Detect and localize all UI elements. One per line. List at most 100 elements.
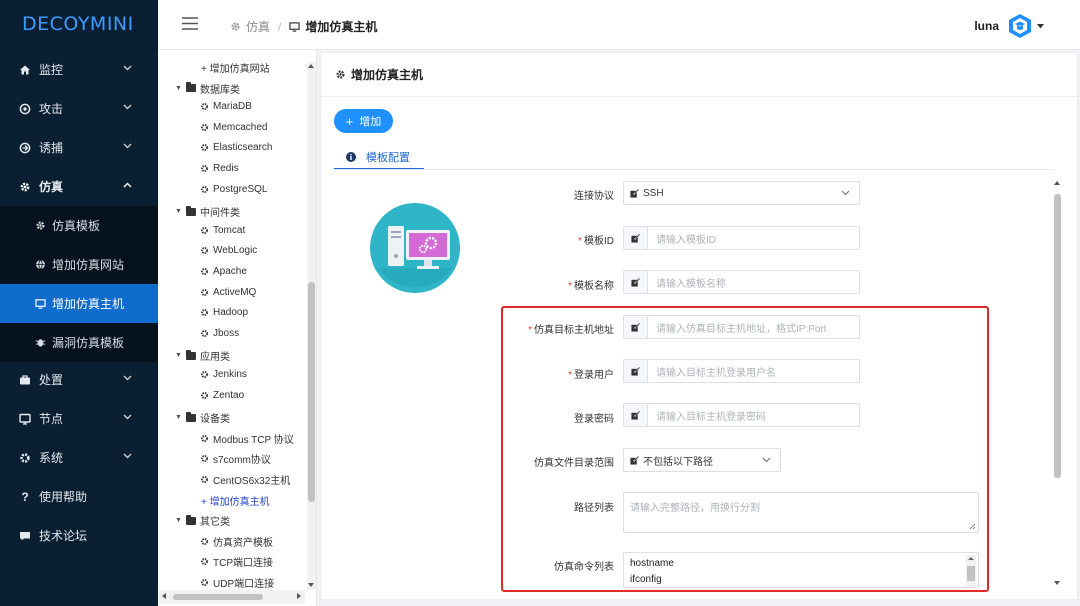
scroll-down-arrow-icon[interactable] bbox=[1054, 581, 1060, 585]
tree-group[interactable]: ▼ 应用类 bbox=[175, 348, 230, 363]
sidebar-subitem-add-site[interactable]: 增加仿真网站 bbox=[0, 245, 158, 284]
tab-template-config[interactable]: 模板配置 bbox=[334, 145, 424, 170]
tree-group[interactable]: ▼ 中间件类 bbox=[175, 204, 240, 219]
sidebar-subitem-sim-template[interactable]: 仿真模板 bbox=[0, 206, 158, 245]
tree-item[interactable]: Elasticsearch bbox=[200, 142, 272, 153]
tree-item[interactable]: Jenkins bbox=[200, 369, 247, 380]
breadcrumb-separator: / bbox=[278, 19, 282, 34]
tree-item-label: Memcached bbox=[213, 121, 268, 133]
user-menu[interactable]: luna bbox=[974, 13, 1044, 39]
sidebar-item-dispose[interactable]: 处置 bbox=[0, 360, 158, 399]
tree-item[interactable]: CentOS6x32主机 bbox=[200, 472, 290, 487]
tree-item[interactable]: Redis bbox=[200, 163, 239, 174]
bug-icon bbox=[34, 337, 46, 349]
caret-down-icon[interactable]: ▼ bbox=[175, 352, 183, 359]
login-user-input[interactable]: 请输入目标主机登录用户名 bbox=[623, 359, 860, 383]
target-addr-input[interactable]: 请输入仿真目标主机地址，格式IP:Port bbox=[623, 315, 860, 339]
tree-item[interactable]: Zentao bbox=[200, 390, 244, 401]
tree-item[interactable]: Tomcat bbox=[200, 225, 245, 236]
cmd-list-textarea[interactable]: hostname ifconfig bbox=[623, 552, 979, 588]
gear-icon bbox=[200, 267, 209, 276]
sidebar-item-node[interactable]: 节点 bbox=[0, 399, 158, 438]
tree-item[interactable]: WebLogic bbox=[200, 245, 257, 256]
tree-item-label: MariaDB bbox=[213, 101, 252, 113]
tree-item[interactable]: Apache bbox=[200, 266, 247, 277]
sidebar-item-attack[interactable]: 攻击 bbox=[0, 89, 158, 128]
scrollbar-thumb[interactable] bbox=[967, 566, 975, 581]
chevron-down-icon bbox=[123, 104, 132, 110]
scrollbar-thumb[interactable] bbox=[173, 594, 263, 600]
caret-down-icon[interactable]: ▼ bbox=[175, 208, 183, 215]
scroll-left-arrow-icon[interactable] bbox=[162, 593, 166, 599]
menu-toggle-icon[interactable] bbox=[182, 17, 198, 30]
tree-item[interactable]: UDP端口连接 bbox=[200, 575, 274, 590]
template-name-input[interactable]: 请输入模板名称 bbox=[623, 270, 860, 294]
app-logo[interactable]: DECOYMINI bbox=[0, 0, 158, 46]
gear-icon bbox=[200, 475, 209, 484]
sidebar-item-monitor[interactable]: 监控 bbox=[0, 50, 158, 89]
chevron-down-icon bbox=[123, 414, 132, 420]
scroll-up-arrow-icon[interactable] bbox=[308, 64, 314, 68]
tree-item[interactable]: Hadoop bbox=[200, 307, 248, 318]
protocol-select[interactable]: SSH bbox=[623, 181, 860, 205]
scroll-down-arrow-icon[interactable] bbox=[308, 583, 314, 587]
edit-icon bbox=[630, 188, 639, 198]
sidebar-item-system[interactable]: 系统 bbox=[0, 438, 158, 477]
add-button[interactable]: + 增加 bbox=[334, 109, 393, 133]
template-id-input[interactable]: 请输入模板ID bbox=[623, 226, 860, 250]
tree-item[interactable]: ActiveMQ bbox=[200, 287, 256, 298]
sidebar-subitem-vuln-template[interactable]: 漏洞仿真模板 bbox=[0, 323, 158, 362]
tree-item[interactable]: PostgreSQL bbox=[200, 184, 267, 195]
tree-item[interactable]: Jboss bbox=[200, 328, 239, 339]
globe-icon bbox=[34, 259, 46, 271]
edit-icon bbox=[624, 316, 648, 338]
path-list-textarea[interactable]: 请输入完整路径，用换行分割 bbox=[623, 492, 979, 533]
chat-icon bbox=[18, 529, 32, 543]
sidebar-subitem-label: 仿真模板 bbox=[52, 219, 101, 233]
host-illustration bbox=[370, 196, 460, 300]
tree-item[interactable]: s7comm协议 bbox=[200, 451, 271, 466]
textarea-scrollbar[interactable] bbox=[966, 555, 976, 586]
caret-down-icon[interactable]: ▼ bbox=[175, 414, 183, 421]
logo-wordmark: DECOYMINI bbox=[22, 13, 134, 33]
sidebar-subitem-add-host[interactable]: 增加仿真主机 bbox=[0, 284, 158, 323]
resize-handle-icon[interactable] bbox=[969, 523, 976, 530]
tree-vertical-scrollbar[interactable] bbox=[307, 62, 316, 590]
cmd-line: ifconfig bbox=[630, 574, 662, 585]
tree-group[interactable]: ▼ 其它类 bbox=[175, 513, 230, 528]
breadcrumb-parent[interactable]: 仿真 bbox=[246, 18, 270, 35]
caret-down-icon[interactable]: ▼ bbox=[175, 517, 183, 524]
tree-item-label: Redis bbox=[213, 163, 239, 174]
scrollbar-thumb[interactable] bbox=[308, 282, 315, 502]
tree-item[interactable]: Modbus TCP 协议 bbox=[200, 431, 294, 446]
tree-item[interactable]: TCP端口连接 bbox=[200, 554, 273, 569]
scroll-right-arrow-icon[interactable] bbox=[297, 593, 301, 599]
sidebar-item-help[interactable]: ? 使用帮助 bbox=[0, 477, 158, 516]
tree-add-host-link[interactable]: + 增加仿真主机 bbox=[201, 493, 270, 508]
tree-item[interactable]: Memcached bbox=[200, 122, 267, 133]
scroll-up-arrow-icon[interactable] bbox=[968, 557, 974, 560]
tree-horizontal-scrollbar[interactable] bbox=[159, 590, 305, 604]
card-title: 增加仿真主机 bbox=[351, 68, 424, 82]
edit-icon bbox=[630, 455, 639, 465]
tree-group-label: 中间件类 bbox=[200, 208, 240, 220]
tree-add-site-link[interactable]: + 增加仿真网站 bbox=[201, 60, 270, 75]
tree-group[interactable]: ▼ 设备类 bbox=[175, 410, 230, 425]
scrollbar-thumb[interactable] bbox=[1054, 194, 1061, 478]
sidebar-item-simulation[interactable]: 仿真 bbox=[0, 167, 158, 206]
monitor-icon bbox=[289, 21, 300, 32]
sidebar-item-forum[interactable]: 技术论坛 bbox=[0, 516, 158, 555]
form-vertical-scrollbar[interactable] bbox=[1051, 179, 1063, 587]
caret-down-icon[interactable]: ▼ bbox=[175, 85, 183, 92]
tree-item[interactable]: 仿真资产模板 bbox=[200, 534, 273, 549]
scroll-up-arrow-icon[interactable] bbox=[1054, 181, 1060, 185]
gear-icon bbox=[200, 123, 209, 132]
login-pass-input[interactable]: 请输入目标主机登录密码 bbox=[623, 403, 860, 427]
sidebar-item-trap[interactable]: 诱捕 bbox=[0, 128, 158, 167]
sidebar-subitem-label: 增加仿真主机 bbox=[52, 297, 125, 311]
tree-group[interactable]: ▼ 数据库类 bbox=[175, 81, 240, 96]
path-list-placeholder: 请输入完整路径，用换行分割 bbox=[630, 503, 760, 514]
add-button-label: 增加 bbox=[359, 116, 382, 128]
dir-scope-select[interactable]: 不包括以下路径 bbox=[623, 448, 781, 472]
tree-item[interactable]: MariaDB bbox=[200, 101, 252, 112]
